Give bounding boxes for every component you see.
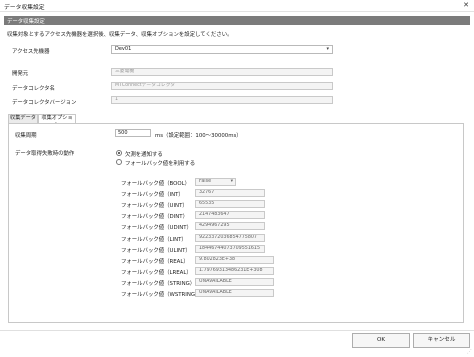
fallback-value-field: 4294967295 — [195, 222, 265, 230]
resize-grip-icon[interactable]: ⋰ — [467, 349, 472, 355]
collector-version-label: データコレクタバージョン — [12, 100, 77, 106]
collector-name-label: データコレクタ名 — [12, 86, 55, 92]
fallback-label: フォールバック値（UDINT） — [121, 225, 192, 231]
section-header: データ収集設定 — [4, 16, 470, 25]
radio-notify-missing-label[interactable]: 欠測を通知する — [125, 150, 163, 158]
radio-use-fallback-label[interactable]: フォールバック値を利用する — [125, 159, 195, 167]
failure-behavior-label: データ取得失敗時の動作 — [15, 151, 75, 157]
vendor-label: 開発元 — [12, 71, 29, 77]
fallback-value-field: 9.802823E+38 — [195, 256, 274, 264]
fallback-value: 9.802823E+38 — [199, 257, 236, 262]
radio-notify-missing[interactable] — [116, 150, 122, 156]
fallback-value: UNAVAILABLE — [199, 279, 232, 284]
window-title: データ収集設定 — [4, 5, 45, 11]
fallback-value: 4294967295 — [199, 223, 230, 228]
close-icon[interactable]: ✕ — [463, 1, 469, 9]
fallback-value: False — [199, 179, 212, 184]
fallback-value: 18446744073709551615 — [199, 246, 261, 251]
ok-button[interactable]: OK — [352, 333, 410, 348]
fallback-label: フォールバック値（WSTRING） — [121, 292, 201, 298]
fallback-value-field: UNAVAILABLE — [195, 289, 274, 297]
fallback-value: 65535 — [199, 201, 215, 206]
fallback-label: フォールバック値（UINT） — [121, 203, 188, 209]
instruction-text: 収集対象とするアクセス先機器を選択後、収集データ、収集オプションを設定してくださ… — [7, 32, 233, 38]
cycle-input[interactable]: 500 — [115, 129, 151, 137]
fallback-label: フォールバック値（LREAL） — [121, 270, 192, 276]
fallback-value-field: 65535 — [195, 200, 265, 208]
fallback-label: フォールバック値（ULINT） — [121, 248, 191, 254]
chevron-down-icon: ▾ — [326, 46, 329, 52]
fallback-label: フォールバック値（REAL） — [121, 259, 189, 265]
fallback-label: フォールバック値（DINT） — [121, 214, 188, 220]
fallback-value: UNAVAILABLE — [199, 290, 232, 295]
fallback-value-field: 2147483647 — [195, 211, 265, 219]
fallback-value-field: 18446744073709551615 — [195, 245, 265, 253]
fallback-value: 1.79769313486231E+308 — [199, 268, 263, 273]
tab-collection-options[interactable]: 収集オプション — [38, 114, 76, 128]
fallback-value: 32767 — [199, 190, 215, 195]
device-select-value: Dev01 — [115, 46, 132, 52]
chevron-down-icon: ▾ — [230, 179, 233, 184]
collector-name-field: MTConnectデータコレクタ — [111, 82, 333, 90]
fallback-label: フォールバック値（LINT） — [121, 237, 187, 243]
collection-options-panel: 収集周期 500 ms（設定範囲：100～30000ms） データ取得失敗時の動… — [8, 123, 464, 323]
collector-version-field: 1 — [111, 96, 333, 104]
footer-divider — [0, 330, 474, 331]
device-select[interactable]: Dev01 ▾ — [111, 45, 333, 54]
fallback-value: 2147483647 — [199, 212, 230, 217]
tab-collection-data[interactable]: 収集データ — [8, 114, 38, 123]
window-titlebar: データ収集設定 ✕ — [0, 0, 474, 12]
device-label: アクセス先機器 — [12, 49, 50, 55]
fallback-label: フォールバック値（INT） — [121, 192, 184, 198]
fallback-bool-select: False ▾ — [195, 178, 236, 186]
fallback-value-field: 9223372036854775807 — [195, 234, 265, 242]
fallback-label: フォールバック値（BOOL） — [121, 181, 190, 187]
cycle-unit-text: ms（設定範囲：100～30000ms） — [155, 133, 242, 139]
fallback-value-field: 1.79769313486231E+308 — [195, 267, 274, 275]
fallback-value: 9223372036854775807 — [199, 235, 257, 240]
cancel-button[interactable]: キャンセル — [413, 333, 470, 348]
radio-use-fallback[interactable] — [116, 159, 122, 165]
cycle-label: 収集周期 — [15, 133, 37, 139]
fallback-label: フォールバック値（STRING） — [121, 281, 196, 287]
fallback-value-field: UNAVAILABLE — [195, 278, 274, 286]
vendor-field: 三菱電機 — [111, 68, 333, 76]
fallback-value-field: 32767 — [195, 189, 265, 197]
section-title: データ収集設定 — [7, 19, 45, 25]
